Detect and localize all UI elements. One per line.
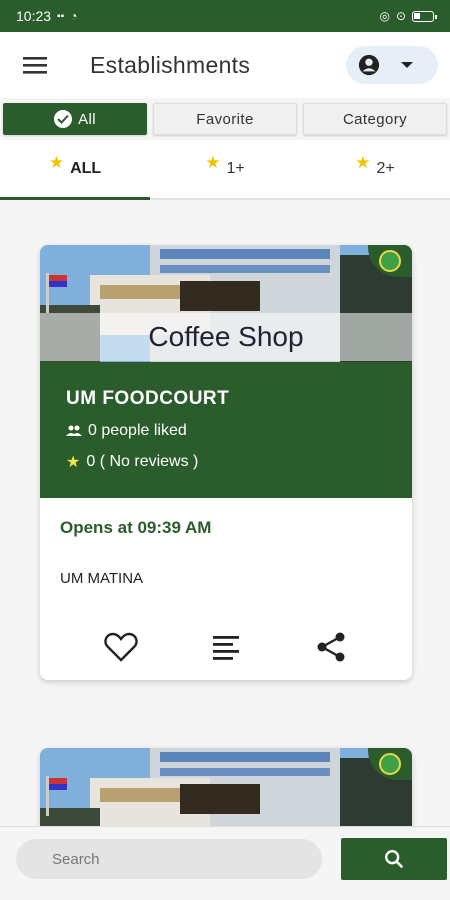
seal-icon [379, 250, 401, 272]
signal-icon: ▪▪ [57, 10, 65, 22]
filter-favorite-button[interactable]: Favorite [153, 103, 297, 135]
tab-1-plus-label: 1+ [226, 160, 245, 177]
filter-favorite-label: Favorite [196, 110, 254, 128]
search-button[interactable] [341, 838, 447, 880]
card-info: UM FOODCOURT 0 people liked ★ 0 ( No rev… [40, 362, 412, 498]
rating-tabs: ★ ALL ★ 1+ ★ 2+ [0, 140, 450, 200]
details-button[interactable] [206, 627, 246, 667]
check-circle-icon [54, 110, 73, 128]
search-icon [385, 850, 404, 869]
wifi-icon: ◔ [70, 9, 78, 23]
likes-row: 0 people liked [66, 422, 386, 440]
status-bar: 10:23 ▪▪ ◔ ◎ ⊙ [0, 0, 450, 32]
establishment-card[interactable]: Coffee Shop UM FOODCOURT 0 people liked … [40, 245, 412, 680]
account-circle-icon [358, 54, 380, 76]
tab-1-plus[interactable]: ★ 1+ [150, 140, 300, 198]
search-input[interactable] [16, 839, 322, 879]
heart-icon [103, 632, 138, 662]
card-actions [40, 587, 412, 667]
tab-all-label: ALL [70, 160, 102, 177]
filter-category-label: Category [342, 110, 408, 128]
page-title: Establishments [90, 51, 251, 78]
share-button[interactable] [311, 627, 351, 667]
reviews-row: ★ 0 ( No reviews ) [66, 452, 386, 472]
opening-time: Opens at 09:39 AM [60, 518, 212, 537]
establishment-name: UM FOODCOURT [66, 388, 230, 409]
reviews-summary: 0 ( No reviews ) [86, 453, 199, 470]
star-icon: ★ [355, 153, 371, 172]
star-icon: ★ [205, 153, 221, 172]
app-bar: Establishments [0, 32, 450, 98]
favorite-button[interactable] [101, 627, 141, 667]
menu-button[interactable] [0, 32, 70, 98]
battery-icon [412, 10, 437, 22]
search-bar [0, 826, 450, 900]
status-time: 10:23 [16, 8, 52, 24]
people-icon [66, 425, 82, 436]
account-menu-button[interactable] [346, 46, 438, 84]
menu-icon [23, 57, 47, 74]
filter-category-button[interactable]: Category [303, 103, 447, 135]
filter-all-label: All [78, 110, 96, 128]
seal-icon [379, 753, 401, 775]
likes-count: 0 people liked [88, 422, 187, 439]
tab-2-plus[interactable]: ★ 2+ [300, 140, 450, 198]
share-icon [317, 632, 345, 662]
star-icon: ★ [66, 454, 81, 471]
vibrate-icon: ◎ [379, 9, 390, 23]
establishment-photo: Coffee Shop [40, 245, 412, 362]
category-label: Coffee Shop [40, 313, 412, 361]
filter-all-button[interactable]: All [3, 103, 147, 135]
tab-all[interactable]: ★ ALL [0, 140, 150, 200]
list-icon [212, 636, 239, 660]
location-label: UM MATINA [60, 570, 144, 587]
filter-segment: All Favorite Category [0, 103, 450, 135]
star-icon: ★ [48, 153, 65, 172]
dropdown-arrow-icon [401, 62, 413, 68]
alarm-icon: ⊙ [395, 9, 406, 23]
tab-2-plus-label: 2+ [376, 160, 395, 177]
